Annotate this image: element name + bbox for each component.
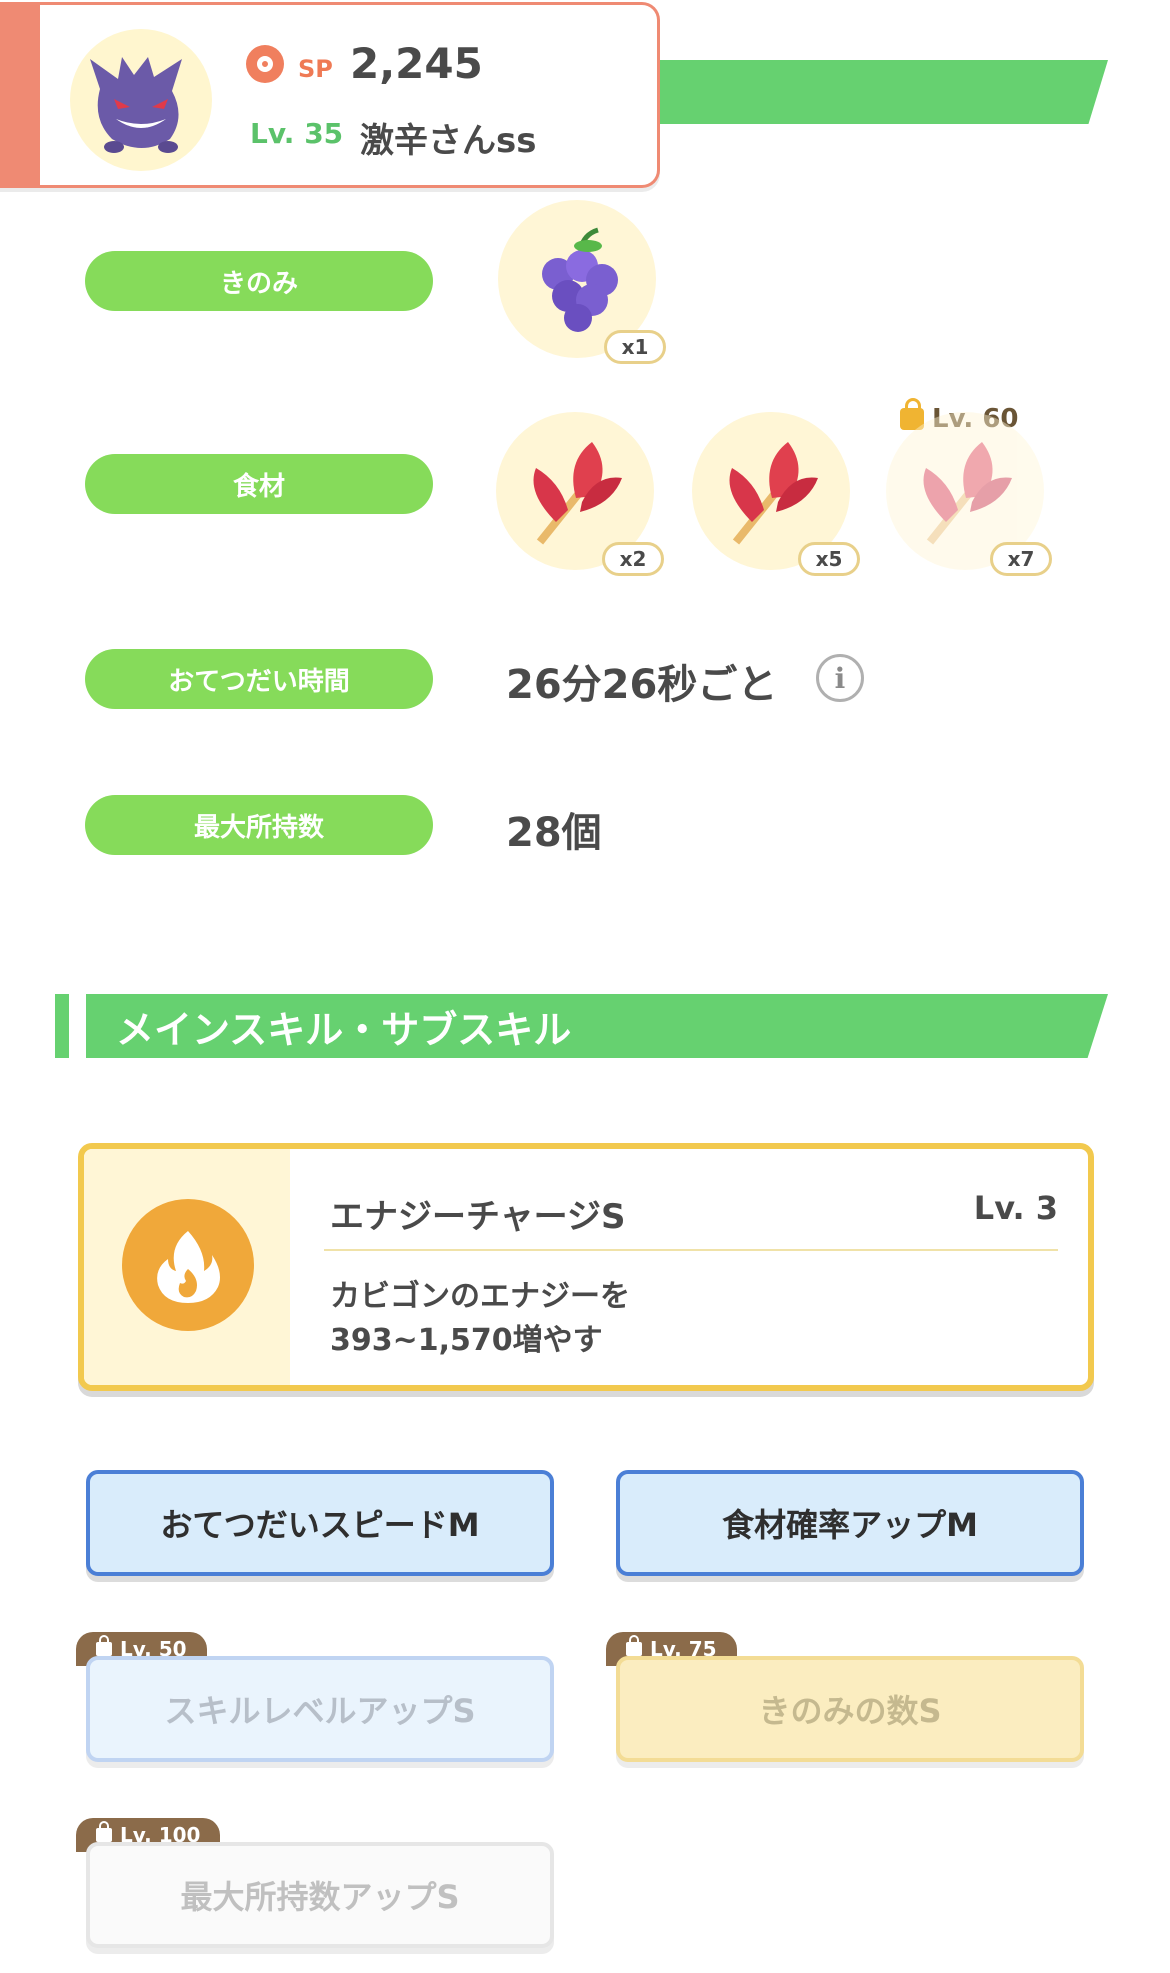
berry-qty-badge: x1 — [604, 330, 666, 364]
sub-skill-button-4-locked[interactable]: きのみの数S — [616, 1656, 1084, 1762]
main-skill-desc-line1: カビゴンのエナジーを — [330, 1279, 630, 1314]
ingredient-qty-badge-1: x2 — [602, 542, 664, 576]
sub-skill-button-2[interactable]: 食材確率アップM — [616, 1470, 1084, 1576]
flame-shape — [157, 1231, 220, 1303]
berry-label: きのみ — [219, 268, 298, 299]
sub-skill-label: スキルレベルアップS — [164, 1692, 476, 1730]
pokemon-header-card: SP 2,245 Lv. 35 激辛さんss — [0, 2, 660, 188]
main-skill-card[interactable]: エナジーチャージS Lv. 3 カビゴンのエナジーを 393~1,570増やす — [78, 1143, 1094, 1391]
info-icon[interactable]: i — [816, 654, 864, 702]
max-carry-value: 28個 — [506, 810, 602, 856]
main-skill-level: Lv. 3 — [973, 1189, 1058, 1227]
flame-icon — [122, 1199, 254, 1331]
ingredient-label: 食材 — [232, 471, 285, 502]
sub-skill-label: きのみの数S — [758, 1692, 942, 1730]
lock-icon — [626, 1635, 642, 1656]
section-bar-accent — [55, 994, 69, 1058]
help-time-value: 26分26秒ごと — [506, 662, 778, 708]
section-title: メインスキル・サブスキル — [116, 1007, 572, 1052]
main-skill-name: エナジーチャージS — [330, 1197, 626, 1237]
main-skill-divider — [324, 1249, 1058, 1251]
sp-value: 2,245 — [350, 39, 483, 88]
lock-icon — [96, 1635, 112, 1656]
sub-skill-label: おてつだいスピードM — [160, 1506, 480, 1544]
main-skill-desc-line2: 393~1,570増やす — [330, 1323, 603, 1358]
gengar-icon — [90, 57, 182, 153]
main-skill-description: カビゴンのエナジーを 393~1,570増やす — [330, 1275, 1030, 1363]
sub-skill-button-1[interactable]: おてつだいスピードM — [86, 1470, 554, 1576]
ingredient-label-pill: 食材 — [85, 454, 433, 514]
pokemon-level: Lv. 35 — [250, 117, 344, 150]
section-header: メインスキル・サブスキル — [86, 994, 1108, 1058]
header-accent-band — [620, 60, 1108, 124]
sub-skill-button-5-locked[interactable]: 最大所持数アップS — [86, 1842, 554, 1948]
pokemon-nickname: 激辛さんss — [360, 121, 537, 161]
sub-skill-button-3-locked[interactable]: スキルレベルアップS — [86, 1656, 554, 1762]
sp-pokeball-icon — [246, 45, 284, 83]
ingredient-qty-badge-2: x5 — [798, 542, 860, 576]
pokemon-avatar — [70, 29, 212, 171]
sp-label: SP — [298, 55, 333, 83]
sub-skill-label: 食材確率アップM — [722, 1506, 978, 1544]
lock-icon — [96, 1821, 112, 1842]
max-carry-label: 最大所持数 — [193, 812, 324, 843]
ingredient-qty-badge-3: x7 — [990, 542, 1052, 576]
help-time-label: おてつだい時間 — [168, 666, 350, 697]
sub-skill-label: 最大所持数アップS — [180, 1878, 460, 1916]
header-card-accent — [0, 5, 40, 185]
max-carry-label-pill: 最大所持数 — [85, 795, 433, 855]
help-time-label-pill: おてつだい時間 — [85, 649, 433, 709]
berry-label-pill: きのみ — [85, 251, 433, 311]
